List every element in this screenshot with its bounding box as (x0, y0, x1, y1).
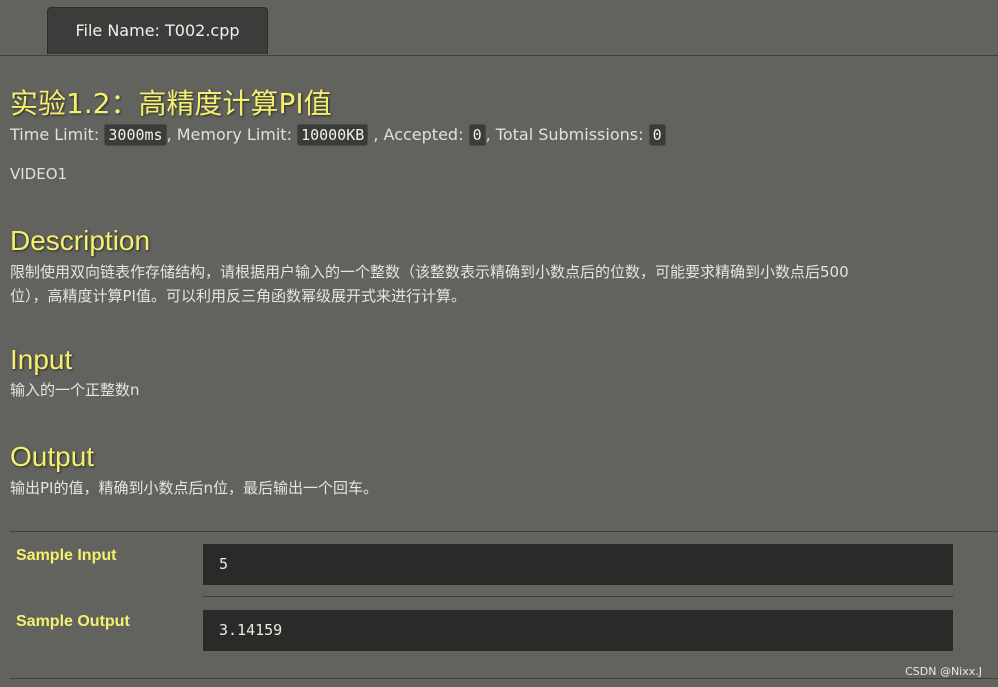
output-heading: Output (10, 441, 95, 472)
time-limit-value: 3000ms (104, 124, 167, 146)
tab-file-value: T002.cpp (165, 21, 240, 40)
total-submissions-label: , Total Submissions: (485, 125, 644, 144)
total-submissions-value: 0 (648, 124, 666, 146)
description-line-1: 限制使用双向链表作存储结构，请根据用户输入的一个整数（该整数表示精确到小数点后的… (10, 263, 849, 281)
accepted-value: 0 (468, 124, 486, 146)
time-limit-label: Time Limit: (10, 125, 100, 144)
output-text: 输出PI的值，精确到小数点后n位，最后输出一个回车。 (10, 479, 378, 497)
divider (10, 531, 998, 532)
problem-meta: Time Limit: 3000ms, Memory Limit: 10000K… (10, 122, 666, 148)
sample-divider (203, 596, 953, 597)
sample-output-box: 3.14159 (203, 610, 953, 651)
input-text: 输入的一个正整数n (10, 381, 140, 399)
description-heading: Description (10, 225, 151, 256)
memory-limit-value: 10000KB (297, 124, 369, 146)
tab-file-label: File Name: (75, 21, 160, 40)
sample-output-label: Sample Output (16, 613, 130, 630)
accepted-label: , Accepted: (373, 125, 464, 144)
input-heading: Input (10, 344, 73, 375)
watermark: CSDN @Nixx.J (905, 665, 982, 678)
bottom-divider (10, 678, 998, 679)
problem-title: 实验1.2：高精度计算PI值 (10, 87, 332, 120)
memory-limit-label: , Memory Limit: (166, 125, 292, 144)
description-text: 限制使用双向链表作存储结构，请根据用户输入的一个整数（该整数表示精确到小数点后的… (10, 260, 995, 308)
video-link[interactable]: VIDEO1 (10, 165, 67, 183)
sample-input-box: 5 (203, 544, 953, 585)
tab-bar: File Name: T002.cpp (0, 0, 998, 56)
description-line-2: 位），高精度计算PI值。可以利用反三角函数幂级展开式来进行计算。 (10, 287, 466, 305)
tab-file-name[interactable]: File Name: T002.cpp (47, 7, 268, 54)
sample-input-label: Sample Input (16, 547, 117, 564)
